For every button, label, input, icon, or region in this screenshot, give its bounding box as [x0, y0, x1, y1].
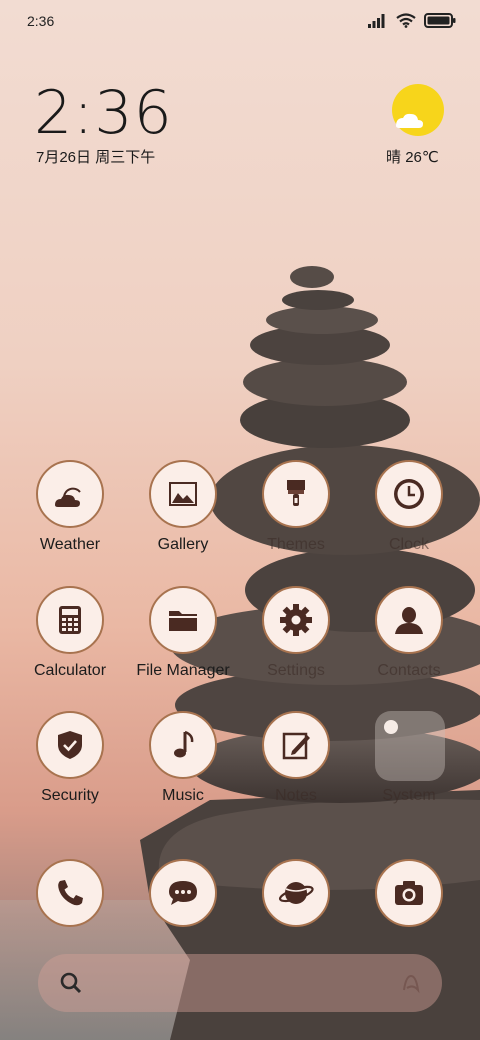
person-icon: [395, 607, 423, 634]
app-icon-frame: [36, 460, 104, 528]
dock-messages[interactable]: [128, 859, 238, 969]
app-label: Weather: [39, 536, 101, 553]
gallery-icon: [169, 482, 197, 506]
app-label: Calculator: [33, 662, 107, 679]
brush-icon: [287, 480, 305, 506]
app-label: Gallery: [157, 536, 209, 553]
assistant-icon[interactable]: [398, 970, 424, 996]
app-icon-frame: [375, 586, 443, 654]
app-themes[interactable]: Themes: [241, 460, 351, 570]
clock-widget-date[interactable]: 7月26日 周三下午: [36, 146, 155, 167]
status-icons: [368, 13, 456, 28]
app-system-folder[interactable]: System: [354, 711, 464, 821]
message-icon: [169, 881, 197, 905]
weather-temperature: 26℃: [405, 149, 439, 166]
music-note-icon: [174, 730, 194, 758]
search-bar[interactable]: [38, 954, 442, 1012]
app-label: Music: [162, 787, 204, 804]
app-file-manager[interactable]: File Manager: [128, 586, 238, 696]
app-label: Settings: [267, 662, 325, 679]
app-icon-frame: [149, 711, 217, 779]
sun-cloud-icon: [392, 84, 444, 136]
app-security[interactable]: Security: [15, 711, 125, 821]
folder-icon: [375, 711, 445, 781]
app-icon-frame: [36, 711, 104, 779]
status-bar: 2:36: [0, 0, 480, 42]
mini-app-icon: [384, 720, 398, 734]
dock-camera[interactable]: [354, 859, 464, 969]
phone-icon: [58, 880, 83, 906]
folder-icon: [169, 611, 197, 631]
camera-icon: [395, 881, 423, 905]
app-icon-frame: [262, 460, 330, 528]
app-music[interactable]: Music: [128, 711, 238, 821]
app-label: System: [382, 787, 436, 804]
status-time: 2:36: [27, 13, 55, 29]
app-icon-frame: [375, 460, 443, 528]
app-icon-frame: [262, 586, 330, 654]
calculator-icon: [59, 606, 81, 634]
app-icon-frame: [36, 586, 104, 654]
app-label: Clock: [388, 536, 429, 553]
weather-condition: 晴: [386, 149, 402, 166]
weather-icon: [55, 487, 81, 507]
app-settings[interactable]: Settings: [241, 586, 351, 696]
app-icon-frame: [262, 859, 330, 927]
wifi-icon: [396, 13, 416, 28]
browser-planet-icon: [278, 882, 314, 904]
app-label: Contacts: [377, 662, 441, 679]
search-icon[interactable]: [58, 970, 84, 996]
app-icon-frame: [262, 711, 330, 779]
app-icon-frame: [149, 859, 217, 927]
app-label: Notes: [275, 787, 317, 804]
weather-summary[interactable]: 晴 26℃: [386, 146, 439, 167]
app-calculator[interactable]: Calculator: [15, 586, 125, 696]
app-icon-frame: [375, 859, 443, 927]
dock-phone[interactable]: [15, 859, 125, 969]
clock-widget-time[interactable]: 2:36: [34, 78, 173, 148]
app-contacts[interactable]: Contacts: [354, 586, 464, 696]
shield-icon: [58, 731, 82, 759]
battery-icon: [424, 13, 456, 28]
notes-icon: [282, 732, 310, 760]
app-clock[interactable]: Clock: [354, 460, 464, 570]
signal-icon: [368, 13, 385, 28]
app-notes[interactable]: Notes: [241, 711, 351, 821]
app-label: File Manager: [136, 662, 230, 679]
app-label: Themes: [267, 536, 325, 553]
app-icon-frame: [149, 460, 217, 528]
dock-browser[interactable]: [241, 859, 351, 969]
app-icon-frame: [36, 859, 104, 927]
app-icon-frame: [149, 586, 217, 654]
gear-icon: [280, 604, 312, 636]
app-label: Security: [41, 787, 99, 804]
app-weather[interactable]: Weather: [15, 460, 125, 570]
clock-icon: [394, 479, 424, 509]
app-gallery[interactable]: Gallery: [128, 460, 238, 570]
